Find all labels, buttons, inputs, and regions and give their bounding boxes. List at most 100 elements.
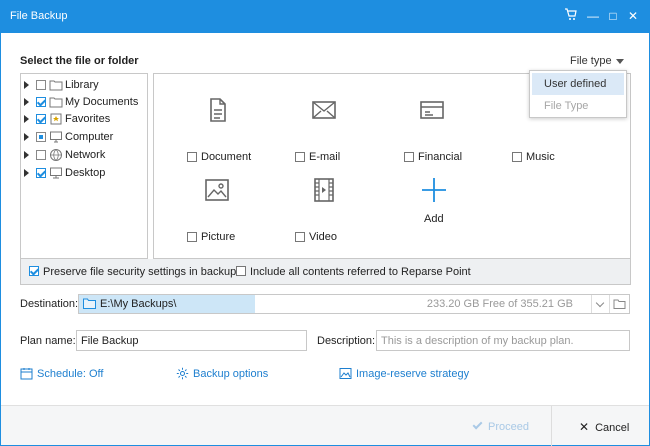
expand-arrow-icon[interactable] <box>24 133 29 141</box>
add-file-type-button[interactable]: Add <box>414 176 504 246</box>
file-type-dropdown[interactable]: File type <box>570 55 624 67</box>
add-label: Add <box>424 213 444 225</box>
minimize-button[interactable]: — <box>584 7 602 25</box>
destination-dropdown-button[interactable] <box>591 295 609 313</box>
tree-checkbox[interactable] <box>36 132 46 142</box>
section-title: Select the file or folder <box>20 55 139 67</box>
menu-item-user-defined[interactable]: User defined <box>532 73 624 95</box>
video-label: Video <box>309 231 337 243</box>
cart-icon[interactable] <box>562 7 580 25</box>
folder-open-icon <box>613 299 626 309</box>
cancel-label: Cancel <box>595 422 630 434</box>
folder-icon <box>49 97 63 108</box>
financial-checkbox[interactable] <box>404 152 414 162</box>
tree-checkbox[interactable] <box>36 168 46 178</box>
tree-item-my-documents[interactable]: My Documents <box>21 94 147 110</box>
folder-icon <box>49 80 63 91</box>
window-title: File Backup <box>10 10 68 22</box>
file-type-video[interactable]: Video <box>295 176 385 246</box>
tree-item-favorites[interactable]: Favorites <box>21 111 147 127</box>
footer-divider <box>551 406 552 446</box>
music-checkbox[interactable] <box>512 152 522 162</box>
picture-icon <box>205 179 229 201</box>
description-label: Description: <box>317 335 376 347</box>
destination-label: Destination: <box>20 298 79 310</box>
email-checkbox[interactable] <box>295 152 305 162</box>
tree-item-computer[interactable]: Computer <box>21 129 147 145</box>
expand-arrow-icon[interactable] <box>24 169 29 177</box>
tree-item-label: Computer <box>65 131 114 143</box>
backup-options-bar: Preserve file security settings in backu… <box>20 259 631 285</box>
expand-arrow-icon[interactable] <box>24 115 29 123</box>
tree-item-label: My Documents <box>65 96 139 108</box>
plan-name-input[interactable] <box>76 330 307 351</box>
preserve-security-checkbox[interactable] <box>29 266 39 276</box>
cancel-button[interactable]: ✕ Cancel <box>579 420 629 434</box>
expand-arrow-icon[interactable] <box>24 151 29 159</box>
network-icon <box>50 149 62 161</box>
description-input[interactable] <box>376 330 630 351</box>
favorites-icon <box>50 113 62 125</box>
email-icon <box>312 101 336 119</box>
gear-icon <box>176 367 189 380</box>
footer-bar: Proceed ✕ Cancel <box>1 405 649 446</box>
desktop-icon <box>50 167 62 179</box>
tree-checkbox[interactable] <box>36 97 46 107</box>
check-icon <box>472 419 483 430</box>
file-type-document[interactable]: Document <box>187 96 277 166</box>
title-bar: File Backup — □ ✕ <box>0 0 650 33</box>
computer-icon <box>50 131 62 143</box>
tree-item-label: Library <box>65 79 99 91</box>
video-checkbox[interactable] <box>295 232 305 242</box>
picture-checkbox[interactable] <box>187 232 197 242</box>
financial-icon <box>420 101 444 119</box>
include-reparse-option[interactable]: Include all contents referred to Reparse… <box>236 266 471 278</box>
close-button[interactable]: ✕ <box>624 7 642 25</box>
preserve-security-option[interactable]: Preserve file security settings in backu… <box>29 266 236 278</box>
image-reserve-label: Image-reserve strategy <box>356 368 470 380</box>
tree-checkbox[interactable] <box>36 114 46 124</box>
document-label: Document <box>201 151 252 163</box>
proceed-button[interactable]: Proceed <box>472 419 529 433</box>
schedule-link[interactable]: Schedule: Off <box>20 367 103 380</box>
close-icon: ✕ <box>579 420 590 434</box>
image-reserve-link[interactable]: Image-reserve strategy <box>339 367 469 380</box>
tree-item-library[interactable]: Library <box>21 77 147 93</box>
include-reparse-label: Include all contents referred to Reparse… <box>250 266 471 278</box>
folder-tree: Library My Documents Favorites Computer … <box>20 73 148 259</box>
document-checkbox[interactable] <box>187 152 197 162</box>
preserve-security-label: Preserve file security settings in backu… <box>43 266 237 278</box>
proceed-label: Proceed <box>488 421 529 433</box>
tree-item-desktop[interactable]: Desktop <box>21 165 147 181</box>
schedule-label: Schedule: Off <box>37 368 104 380</box>
include-reparse-checkbox[interactable] <box>236 266 246 276</box>
tree-item-label: Desktop <box>65 167 106 179</box>
file-type-menu: User defined File Type <box>529 70 627 118</box>
document-icon <box>210 98 226 122</box>
backup-options-label: Backup options <box>193 368 269 380</box>
menu-item-file-type[interactable]: File Type <box>530 95 626 117</box>
file-type-label: File type <box>570 55 612 67</box>
backup-options-link[interactable]: Backup options <box>176 367 268 380</box>
maximize-button[interactable]: □ <box>604 7 622 25</box>
calendar-icon <box>20 368 33 380</box>
music-label: Music <box>526 151 555 163</box>
financial-label: Financial <box>418 151 463 163</box>
destination-path: E:\My Backups\ <box>100 298 177 310</box>
expand-arrow-icon[interactable] <box>24 81 29 89</box>
file-type-picture[interactable]: Picture <box>187 176 277 246</box>
tree-checkbox[interactable] <box>36 80 46 90</box>
add-icon <box>422 178 446 202</box>
destination-field[interactable]: E:\My Backups\ 233.20 GB Free of 355.21 … <box>78 294 630 314</box>
caret-down-icon <box>615 58 624 64</box>
destination-free-space: 233.20 GB Free of 355.21 GB <box>426 298 573 310</box>
tree-item-network[interactable]: Network <box>21 147 147 163</box>
file-type-financial[interactable]: Financial <box>404 96 494 166</box>
browse-folder-button[interactable] <box>609 295 629 313</box>
folder-icon <box>83 298 96 309</box>
file-type-email[interactable]: E-mail <box>295 96 385 166</box>
tree-checkbox[interactable] <box>36 150 46 160</box>
expand-arrow-icon[interactable] <box>24 98 29 106</box>
tree-item-label: Network <box>65 149 106 161</box>
video-icon <box>314 178 334 202</box>
